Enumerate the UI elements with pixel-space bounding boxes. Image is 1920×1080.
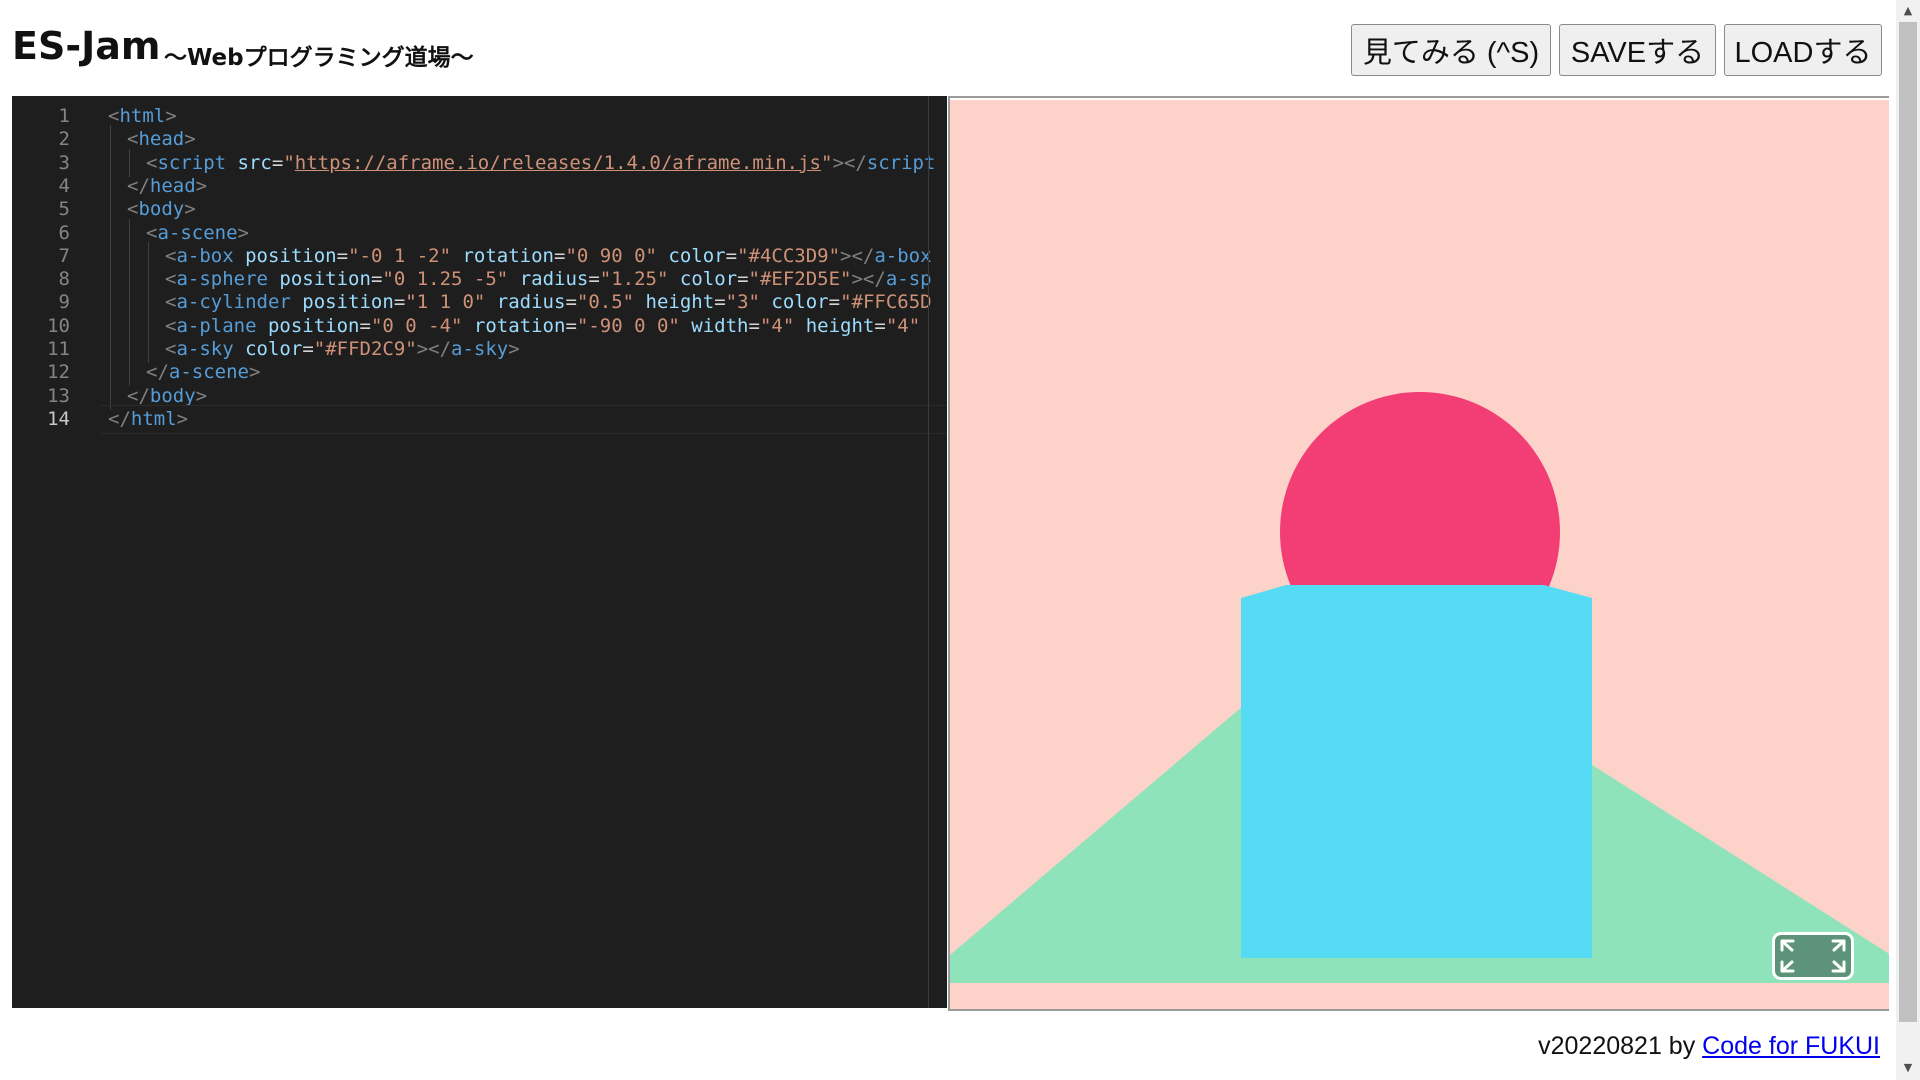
editor-scrollbar-divider [928,96,929,1008]
line-number: 14 [47,407,70,430]
view-button[interactable]: 見てみる (^S) [1351,24,1551,76]
fullscreen-button[interactable] [1772,932,1854,980]
page-scrollbar[interactable]: ▲ ▼ [1896,0,1920,1080]
active-line-highlight [100,404,947,434]
box [1241,585,1592,958]
code-text: </html> [108,407,189,430]
version-text: v20220821 by [1538,1032,1703,1060]
save-button[interactable]: SAVEする [1559,24,1716,76]
app-header: ES-Jam ～Webプログラミング道場～ 見てみる (^S) SAVEする L… [0,0,1895,96]
scroll-up-arrow-icon[interactable]: ▲ [1900,3,1916,19]
code-for-fukui-link[interactable]: Code for FUKUI [1702,1032,1880,1060]
scroll-thumb[interactable] [1899,22,1917,1022]
aframe-scene[interactable] [950,100,1889,1011]
preview-pane[interactable] [948,96,1889,1011]
code-editor[interactable]: 1 <html> 2 <head> 3 <script src="https://afra… [12,96,947,1008]
app-subtitle: ～Webプログラミング道場～ [164,45,474,71]
scroll-down-arrow-icon[interactable]: ▼ [1900,1060,1916,1076]
load-button[interactable]: LOADする [1724,24,1882,76]
footer: v20220821 by Code for FUKUI [1538,1032,1880,1061]
expand-icon [1780,939,1846,973]
app-title: ES-Jam [12,24,161,68]
code-line[interactable]: 14 </html> [12,404,947,434]
